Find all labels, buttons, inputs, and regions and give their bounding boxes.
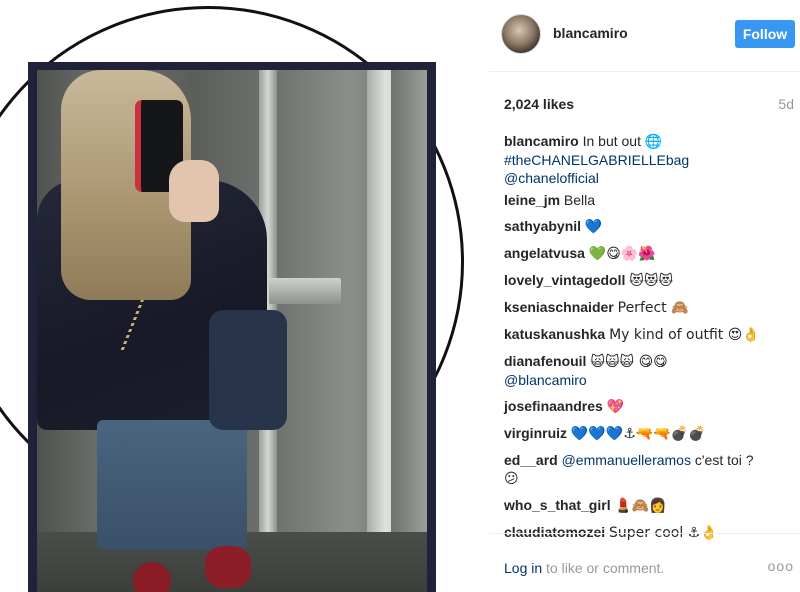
hashtag-link[interactable]: #theCHANELGABRIELLEbag (504, 152, 689, 168)
post-panel: blancamiro Follow 2,024 likes 5d blancam… (489, 0, 800, 592)
elevator-handle (269, 278, 341, 304)
confused-icon: 😕 (504, 471, 519, 487)
comment-text: 💙💙💙⚓🔫🔫💣💣 (570, 426, 706, 442)
post-footer: Log in to like or comment. ooo (489, 533, 800, 592)
comment-username[interactable]: virginruiz (504, 425, 567, 441)
comment-text: 🙀🙀🙀 😋😋 (590, 354, 668, 370)
comment-username[interactable]: katuskanushka (504, 326, 605, 342)
post-meta: 2,024 likes 5d (504, 94, 796, 116)
login-link[interactable]: Log in (504, 560, 542, 576)
comment-username[interactable]: who_s_that_girl (504, 497, 611, 513)
login-prompt-text: to like or comment. (542, 560, 665, 576)
mention-link[interactable]: @chanelofficial (504, 170, 599, 186)
comment-text: c'est toi ? (694, 452, 754, 468)
comment-text: Bella (563, 192, 596, 208)
hand (169, 160, 219, 222)
post-time[interactable]: 5d (778, 96, 794, 112)
comment-username[interactable]: lovely_vintagedoll (504, 272, 625, 288)
post-photo[interactable] (37, 70, 427, 592)
comment-text: My kind of outfit 😍👌 (609, 327, 760, 343)
list-item: kseniaschnaider Perfect 🙈 (504, 298, 796, 317)
globe-icon: 🌐 (644, 134, 663, 150)
red-sneaker-left (133, 562, 171, 592)
list-item: virginruiz 💙💙💙⚓🔫🔫💣💣 (504, 424, 796, 443)
follow-button[interactable]: Follow (735, 20, 795, 48)
post-header: blancamiro Follow (489, 0, 800, 72)
list-item: who_s_that_girl 💄🙈👩 (504, 496, 796, 515)
comment-text: Perfect 🙈 (617, 300, 689, 316)
comment-text: 💙 (584, 219, 603, 235)
comment-text: 💄🙈👩 (614, 498, 667, 514)
comment-username[interactable]: angelatvusa (504, 245, 585, 261)
comment-username[interactable]: josefinaandres (504, 398, 603, 414)
list-item: leine_jm Bella (504, 191, 796, 209)
header-username[interactable]: blancamiro (553, 25, 628, 41)
login-prompt: Log in to like or comment. (504, 560, 664, 576)
caption-text: In but out (582, 133, 641, 149)
more-options-icon[interactable]: ooo (768, 558, 794, 574)
list-item: ed__ard @emmanuelleramos c'est toi ? 😕 (504, 451, 796, 488)
comment-text: 💚😋🌸🌺 (588, 246, 656, 262)
elevator-wall (391, 70, 427, 592)
list-item: katuskanushka My kind of outfit 😍👌 (504, 325, 796, 344)
quilted-bag (209, 310, 287, 430)
list-item: dianafenouil 🙀🙀🙀 😋😋 @blancamiro (504, 352, 796, 389)
likes-count[interactable]: 2,024 likes (504, 96, 574, 112)
avatar[interactable] (501, 14, 541, 54)
mention-link[interactable]: @blancamiro (504, 372, 587, 388)
comment-username[interactable]: dianafenouil (504, 353, 586, 369)
comment-username[interactable]: ed__ard (504, 452, 558, 468)
comment-username[interactable]: sathyabynil (504, 218, 581, 234)
comment-username[interactable]: blancamiro (504, 133, 579, 149)
photo-frame (28, 62, 436, 592)
list-item: angelatvusa 💚😋🌸🌺 (504, 244, 796, 263)
comment-username[interactable]: leine_jm (504, 192, 560, 208)
mention-link[interactable]: @emmanuelleramos (562, 452, 691, 468)
comment-list: blancamiro In but out 🌐 #theCHANELGABRIE… (504, 132, 796, 550)
comment-username[interactable]: kseniaschnaider (504, 299, 614, 315)
red-sneaker-right (205, 546, 251, 588)
post-image-area (0, 0, 489, 592)
comment-text: 😻😻😻 (629, 273, 674, 289)
list-item: josefinaandres 💖 (504, 397, 796, 416)
caption: blancamiro In but out 🌐 #theCHANELGABRIE… (504, 132, 796, 187)
list-item: lovely_vintagedoll 😻😻😻 (504, 271, 796, 290)
list-item: sathyabynil 💙 (504, 217, 796, 236)
comment-text: 💖 (606, 399, 625, 415)
frayed-jeans (97, 420, 247, 550)
